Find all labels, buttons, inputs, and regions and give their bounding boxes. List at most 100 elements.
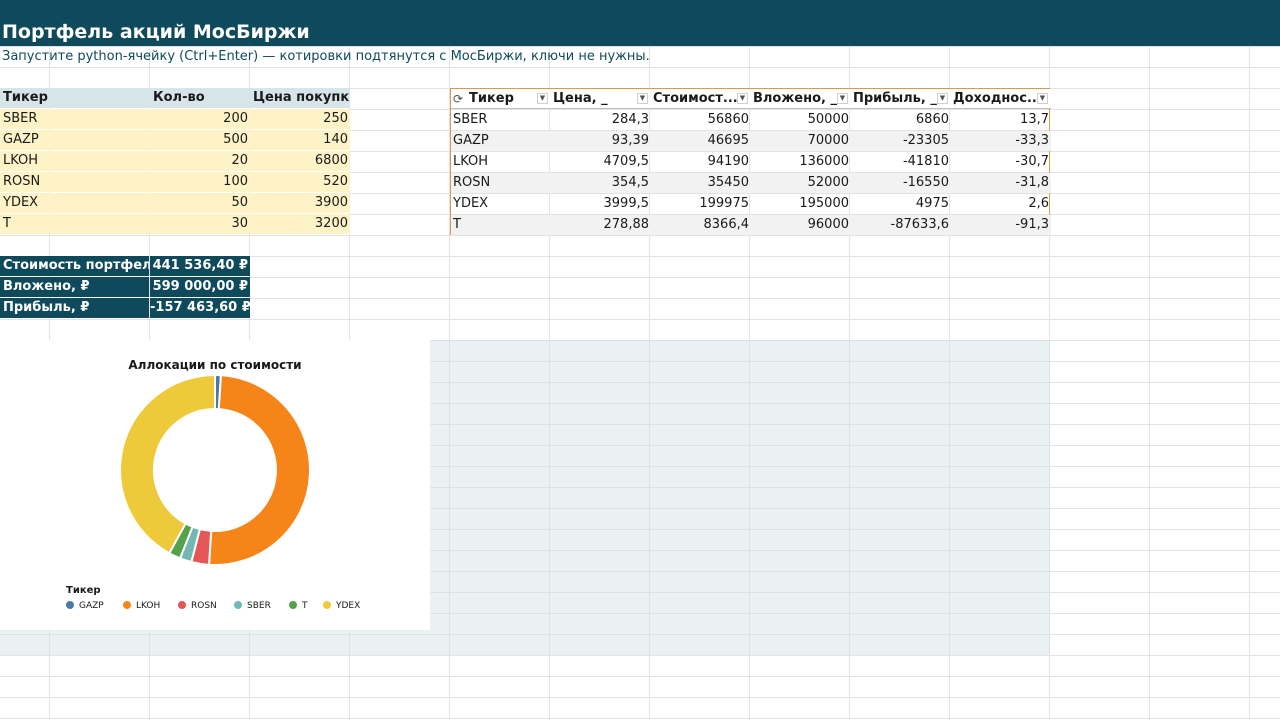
results-value-cell[interactable]: 52000: [751, 173, 851, 193]
results-value-cell[interactable]: -16550: [851, 173, 951, 193]
filter-dropdown-icon[interactable]: ▼: [1037, 93, 1048, 104]
input-ticker-cell[interactable]: GAZP: [0, 130, 150, 150]
filter-dropdown-icon[interactable]: ▼: [737, 93, 748, 104]
results-value-cell[interactable]: 13,7: [951, 110, 1051, 130]
input-header-2[interactable]: Цена покупки, ₽: [250, 88, 350, 108]
results-ticker-cell[interactable]: T: [451, 215, 551, 235]
summary-value[interactable]: 441 536,40 ₽: [150, 256, 250, 276]
results-value-cell[interactable]: 199975: [651, 194, 751, 214]
results-value-cell[interactable]: 284,3: [551, 110, 651, 130]
input-price-cell[interactable]: 3200: [250, 214, 350, 234]
legend-dot-icon: [289, 601, 297, 609]
results-value-cell[interactable]: 278,88: [551, 215, 651, 235]
subtitle-text: Запустите python-ячейку (Ctrl+Enter) — к…: [2, 49, 650, 64]
input-ticker-cell[interactable]: LKOH: [0, 151, 150, 171]
results-value-cell[interactable]: -30,7: [951, 152, 1051, 172]
results-value-cell[interactable]: 6860: [851, 110, 951, 130]
results-ticker-cell[interactable]: YDEX: [451, 194, 551, 214]
legend-item-rosn[interactable]: ROSN: [178, 600, 217, 612]
input-price-cell[interactable]: 140: [250, 130, 350, 150]
results-value-cell[interactable]: 94190: [651, 152, 751, 172]
allocation-chart[interactable]: Аллокации по стоимости Тикер GAZP LKOH ROS…: [0, 340, 430, 630]
results-value-cell[interactable]: -23305: [851, 131, 951, 151]
legend-title: Тикер: [66, 585, 101, 596]
donut-chart: [119, 373, 311, 566]
donut-slice-lkoh[interactable]: [207, 374, 311, 566]
results-value-cell[interactable]: 195000: [751, 194, 851, 214]
input-qty-cell[interactable]: 500: [150, 130, 250, 150]
results-ticker-cell[interactable]: LKOH: [451, 152, 551, 172]
input-qty-cell[interactable]: 30: [150, 214, 250, 234]
summary-label[interactable]: Стоимость портфел: [0, 256, 149, 276]
summary-value[interactable]: 599 000,00 ₽: [150, 277, 250, 297]
input-price-cell[interactable]: 6800: [250, 151, 350, 171]
results-value-cell[interactable]: -31,8: [951, 173, 1051, 193]
input-qty-cell[interactable]: 50: [150, 193, 250, 213]
legend-dot-icon: [323, 601, 331, 609]
filter-dropdown-icon[interactable]: ▼: [537, 93, 548, 104]
results-value-cell[interactable]: 8366,4: [651, 215, 751, 235]
results-value-cell[interactable]: 4975: [851, 194, 951, 214]
summary-label[interactable]: Вложено, ₽: [0, 277, 149, 297]
input-qty-cell[interactable]: 100: [150, 172, 250, 192]
results-table: Тикер ▼ Цена, _ ▼ Стоимост... ▼ Вложено, _ ▼ При…: [450, 88, 1051, 235]
results-ticker-cell[interactable]: ROSN: [451, 173, 551, 193]
input-qty-cell[interactable]: 200: [150, 109, 250, 129]
legend-label: ROSN: [191, 601, 217, 611]
results-value-cell[interactable]: 70000: [751, 131, 851, 151]
legend-label: YDEX: [336, 601, 361, 611]
input-ticker-cell[interactable]: YDEX: [0, 193, 150, 213]
summary-label[interactable]: Прибыль, ₽: [0, 298, 149, 318]
results-value-cell[interactable]: 3999,5: [551, 194, 651, 214]
results-ticker-cell[interactable]: SBER: [451, 110, 551, 130]
results-value-cell[interactable]: 35450: [651, 173, 751, 193]
filter-dropdown-icon[interactable]: ▼: [937, 93, 948, 104]
results-value-cell[interactable]: 96000: [751, 215, 851, 235]
legend-label: T: [302, 601, 308, 611]
results-value-cell[interactable]: 50000: [751, 110, 851, 130]
refresh-icon[interactable]: ⟳: [453, 89, 467, 109]
results-ticker-cell[interactable]: GAZP: [451, 131, 551, 151]
results-header-4[interactable]: Прибыль, _: [851, 89, 951, 109]
results-header-2[interactable]: Стоимост...: [651, 89, 751, 109]
results-value-cell[interactable]: 136000: [751, 152, 851, 172]
input-price-cell[interactable]: 3900: [250, 193, 350, 213]
legend-dot-icon: [123, 601, 131, 609]
results-value-cell[interactable]: -41810: [851, 152, 951, 172]
legend-dot-icon: [234, 601, 242, 609]
legend-item-lkoh[interactable]: LKOH: [123, 600, 160, 612]
legend-dot-icon: [66, 601, 74, 609]
legend-item-ydex[interactable]: YDEX: [323, 600, 360, 612]
results-value-cell[interactable]: 93,39: [551, 131, 651, 151]
input-ticker-cell[interactable]: ROSN: [0, 172, 150, 192]
input-price-cell[interactable]: 520: [250, 172, 350, 192]
legend-item-gazp[interactable]: GAZP: [66, 600, 104, 612]
results-header-3[interactable]: Вложено, _: [751, 89, 851, 109]
title-bar: Портфель акций МосБиржи: [0, 0, 1280, 46]
donut-slice-ydex[interactable]: [119, 373, 216, 555]
input-ticker-cell[interactable]: SBER: [0, 109, 150, 129]
results-header-1[interactable]: Цена, _: [551, 89, 651, 109]
legend-label: SBER: [247, 601, 271, 611]
results-value-cell[interactable]: 4709,5: [551, 152, 651, 172]
results-value-cell[interactable]: 56860: [651, 110, 751, 130]
filter-dropdown-icon[interactable]: ▼: [837, 93, 848, 104]
filter-dropdown-icon[interactable]: ▼: [637, 93, 648, 104]
results-value-cell[interactable]: 2,6: [951, 194, 1051, 214]
input-qty-cell[interactable]: 20: [150, 151, 250, 171]
summary-value[interactable]: -157 463,60 ₽: [150, 298, 250, 318]
page-title: Портфель акций МосБиржи: [2, 21, 310, 43]
legend-item-sber[interactable]: SBER: [234, 600, 271, 612]
results-value-cell[interactable]: -33,3: [951, 131, 1051, 151]
input-price-cell[interactable]: 250: [250, 109, 350, 129]
legend-label: LKOH: [136, 601, 161, 611]
input-header-0[interactable]: Тикер: [0, 88, 150, 108]
results-value-cell[interactable]: -87633,6: [851, 215, 951, 235]
results-header-5[interactable]: Доходнос...: [951, 89, 1051, 109]
results-value-cell[interactable]: -91,3: [951, 215, 1051, 235]
input-header-1[interactable]: Кол-во: [150, 88, 250, 108]
results-value-cell[interactable]: 354,5: [551, 173, 651, 193]
results-value-cell[interactable]: 46695: [651, 131, 751, 151]
legend-item-t[interactable]: T: [289, 600, 308, 612]
input-ticker-cell[interactable]: T: [0, 214, 150, 234]
